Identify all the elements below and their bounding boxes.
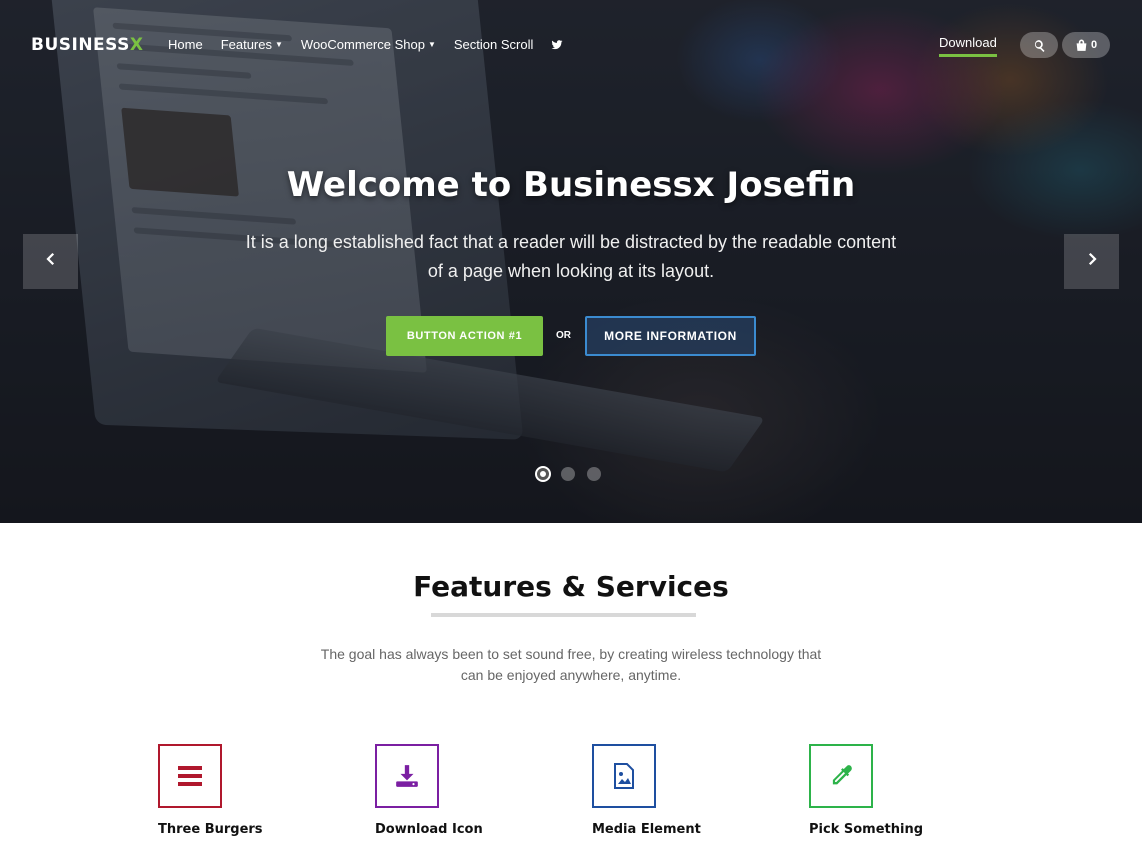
nav-item-section-scroll[interactable]: Section Scroll: [454, 37, 533, 52]
feature-label: Pick Something: [809, 822, 924, 837]
download-link[interactable]: Download: [939, 35, 997, 57]
feature-icon-box[interactable]: [375, 744, 439, 808]
slider-prev-button[interactable]: [23, 234, 78, 289]
hero-slider: BUSINESSX Home Features ▼ WooCommerce Sh…: [0, 0, 1142, 523]
button-action-1[interactable]: BUTTON ACTION #1: [386, 316, 543, 356]
feature-media-element: Media Element: [592, 744, 772, 837]
nav-item-features[interactable]: Features ▼: [221, 37, 283, 52]
feature-pick-something: Pick Something: [809, 744, 989, 837]
feature-label: Download Icon: [375, 822, 483, 837]
twitter-icon[interactable]: [551, 39, 563, 51]
cart-icon: [1075, 39, 1088, 52]
eyedropper-icon: [828, 763, 854, 789]
chevron-right-icon: [1083, 250, 1101, 273]
feature-icon-box[interactable]: [809, 744, 873, 808]
slider-dot-1[interactable]: [537, 468, 549, 480]
features-description: The goal has always been to set sound fr…: [320, 646, 822, 683]
brand-logo-accent: X: [129, 35, 144, 55]
feature-three-burgers: Three Burgers: [158, 744, 338, 837]
chevron-left-icon: [42, 250, 60, 273]
slider-pagination: [537, 467, 613, 481]
nav-item-label: WooCommerce Shop: [300, 37, 425, 52]
nav-item-label: Section Scroll: [453, 37, 534, 52]
brand-logo[interactable]: BUSINESSX: [31, 35, 144, 55]
hero-subtitle: It is a long established fact that a rea…: [245, 232, 897, 281]
features-title: Features & Services: [413, 570, 729, 603]
nav-item-label: Features: [220, 37, 272, 52]
title-underline: [431, 613, 696, 617]
cart-count: 0: [1090, 39, 1098, 51]
top-navigation: BUSINESSX Home Features ▼ WooCommerce Sh…: [0, 0, 1142, 90]
cart-button[interactable]: 0: [1062, 32, 1110, 58]
feature-download-icon: Download Icon: [375, 744, 555, 837]
more-information-button[interactable]: MORE INFORMATION: [585, 316, 756, 356]
hero-title: Welcome to Businessx Josefin: [286, 165, 856, 205]
feature-label: Media Element: [592, 822, 701, 837]
nav-item-woocommerce-shop[interactable]: WooCommerce Shop ▼: [301, 37, 436, 52]
or-separator: OR: [556, 330, 571, 341]
slider-dot-3[interactable]: [587, 467, 601, 481]
download-icon: [394, 763, 420, 789]
chevron-down-icon: ▼: [275, 40, 283, 49]
main-nav: Home Features ▼ WooCommerce Shop ▼ Secti…: [168, 37, 581, 52]
brand-logo-main: BUSINESS: [31, 35, 130, 55]
chevron-down-icon: ▼: [427, 40, 436, 49]
feature-icon-box[interactable]: [592, 744, 656, 808]
slider-dot-2[interactable]: [561, 467, 575, 481]
search-button[interactable]: [1020, 32, 1058, 58]
nav-item-home[interactable]: Home: [168, 37, 203, 52]
menu-icon: [178, 765, 202, 787]
feature-icon-box[interactable]: [158, 744, 222, 808]
feature-label: Three Burgers: [158, 822, 263, 837]
image-icon: [613, 763, 635, 789]
nav-item-label: Home: [168, 37, 203, 52]
search-icon: [1033, 39, 1046, 52]
slider-next-button[interactable]: [1064, 234, 1119, 289]
